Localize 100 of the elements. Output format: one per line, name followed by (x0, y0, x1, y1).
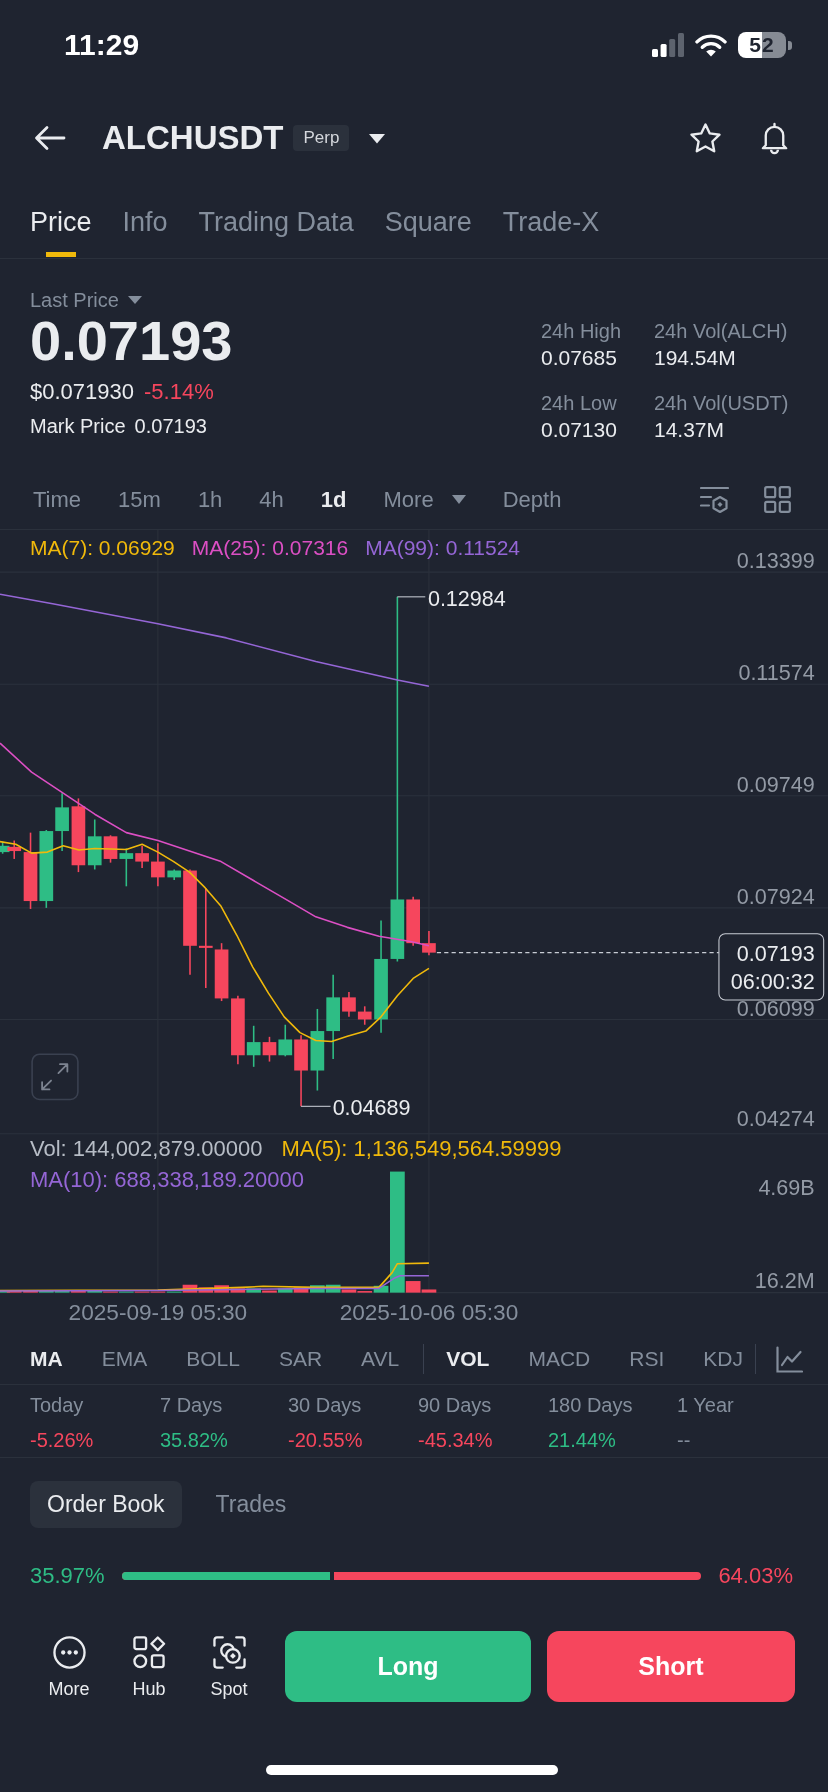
wifi-icon (695, 33, 727, 57)
indicator-tab[interactable]: MACD (528, 1339, 591, 1379)
indicator-tab[interactable]: SAR (278, 1339, 323, 1379)
x-axis-label: 2025-09-19 05:30 (68, 1299, 248, 1325)
indicator-tab[interactable]: EMA (101, 1339, 148, 1379)
ma-legend-label: MA(7): 0.06929 (30, 537, 175, 559)
low-leader-line (300, 1105, 332, 1107)
long-button[interactable]: Long (285, 1631, 531, 1702)
volume-legend-label: Vol: 144,002,879.00000 (30, 1138, 263, 1160)
period-label: Today (30, 1394, 84, 1416)
y-axis-label: 0.13399 (736, 548, 815, 574)
x-axis-label: 2025-10-06 05:30 (339, 1299, 519, 1325)
tab[interactable]: Trade-X (502, 186, 600, 258)
y-axis-label: 4.69B (758, 1174, 815, 1200)
indicator-tab[interactable]: MA (30, 1339, 63, 1379)
symbol-title: ALCHUSDT (102, 119, 284, 157)
period-label: 1 Year (677, 1394, 734, 1416)
tab[interactable]: Trading Data (198, 186, 354, 258)
stat-label: 24h Low (541, 392, 617, 414)
more-icon (52, 1636, 86, 1669)
short-button[interactable]: Short (547, 1631, 795, 1702)
last-price: 0.07193 (30, 311, 233, 371)
order-book-tab[interactable]: Trades (198, 1481, 304, 1528)
buy-percentage: 35.97% (30, 1563, 105, 1589)
tab[interactable]: Square (384, 186, 472, 258)
usd-price: $0.071930 (30, 379, 134, 405)
tool-button[interactable]: Hub (119, 1631, 179, 1702)
tool-button[interactable]: Spot (199, 1631, 259, 1702)
countdown-label: 06:00:32 (730, 968, 815, 994)
star-icon[interactable] (689, 121, 722, 155)
y-axis-label: 0.04274 (736, 1105, 815, 1131)
ma-legend-label: MA(25): 0.07316 (191, 537, 349, 559)
mark-price-label: Mark Price (30, 414, 126, 438)
indicator-tab[interactable]: AVL (361, 1339, 400, 1379)
high-leader-line (396, 596, 426, 598)
order-book-tab[interactable]: Order Book (30, 1481, 182, 1528)
interval-tab[interactable]: 1d (320, 479, 347, 520)
candlestick (342, 991, 356, 1018)
grid-icon[interactable] (763, 486, 792, 513)
caret-down-icon[interactable] (368, 132, 387, 144)
back-arrow-icon[interactable] (34, 125, 66, 151)
volume-legend-label: MA(5): 1,136,549,564.59999 (281, 1138, 562, 1160)
high-price-label: 0.12984 (427, 585, 506, 611)
ma-legend-label: MA(99): 0.11524 (365, 537, 521, 559)
stat-value: 194.54M (654, 346, 736, 370)
battery-percentage: 52 (749, 33, 775, 57)
stat-label: 24h Vol(ALCH) (654, 320, 788, 342)
current-price-label: 0.07193 (736, 940, 815, 966)
period-label: 7 Days (160, 1394, 223, 1416)
shapes-icon (132, 1636, 166, 1669)
line-chart-icon[interactable] (775, 1345, 803, 1373)
y-axis-label: 0.07924 (736, 883, 815, 909)
price-change: -5.14% (144, 379, 214, 405)
interval-tab[interactable]: More (383, 479, 466, 520)
period-change: -20.55% (288, 1428, 363, 1452)
scan-frame-icon (212, 1636, 246, 1669)
y-axis-label: 0.06099 (736, 996, 815, 1022)
interval-tab[interactable]: 15m (118, 479, 161, 520)
sell-percentage: 64.03% (718, 1563, 793, 1589)
stat-label: 24h High (541, 320, 622, 342)
period-label: 30 Days (288, 1394, 362, 1416)
period-change: 35.82% (160, 1428, 228, 1452)
expand-button[interactable] (31, 1053, 79, 1101)
interval-tab[interactable]: Depth (502, 479, 562, 520)
low-price-label: 0.04689 (332, 1094, 411, 1120)
volume-legend-label: MA(10): 688,338,189.20000 (30, 1169, 304, 1191)
interval-tab[interactable]: 1h (197, 479, 223, 520)
last-price-label: Last Price (30, 289, 119, 311)
y-axis-label: 16.2M (754, 1268, 815, 1294)
candlestick (151, 842, 165, 888)
candlestick (357, 1005, 372, 1026)
indicator-tab[interactable]: RSI (629, 1339, 665, 1379)
status-time: 11:29 (64, 28, 140, 62)
interval-tab[interactable]: 4h (259, 479, 284, 520)
list-hexagon-icon[interactable] (700, 486, 729, 513)
candlestick (422, 930, 436, 957)
tab[interactable]: Info (122, 186, 168, 258)
mark-price: 0.07193 (134, 414, 207, 438)
y-axis-label: 0.09749 (736, 772, 815, 798)
period-label: 90 Days (418, 1394, 492, 1416)
y-axis-label: 0.11574 (738, 659, 815, 685)
tab[interactable]: Price (30, 186, 92, 258)
stat-value: 14.37M (654, 418, 725, 442)
period-change: -- (677, 1428, 691, 1452)
signal-icon (652, 33, 684, 57)
caret-down-icon (451, 495, 466, 504)
indicator-tab[interactable]: VOL (446, 1339, 490, 1379)
candlestick (55, 792, 69, 852)
stat-value: 0.07685 (541, 346, 617, 370)
stat-label: 24h Vol(USDT) (654, 392, 789, 414)
period-label: 180 Days (548, 1394, 633, 1416)
expand-icon (41, 1063, 69, 1091)
period-change: 21.44% (548, 1428, 616, 1452)
indicator-tab[interactable]: KDJ (703, 1339, 743, 1379)
tool-button[interactable]: More (39, 1631, 99, 1702)
period-change: -45.34% (418, 1428, 493, 1452)
stat-value: 0.07130 (541, 418, 617, 442)
indicator-tab[interactable]: BOLL (186, 1339, 240, 1379)
period-change: -5.26% (30, 1428, 94, 1452)
interval-tab[interactable]: Time (33, 479, 82, 520)
